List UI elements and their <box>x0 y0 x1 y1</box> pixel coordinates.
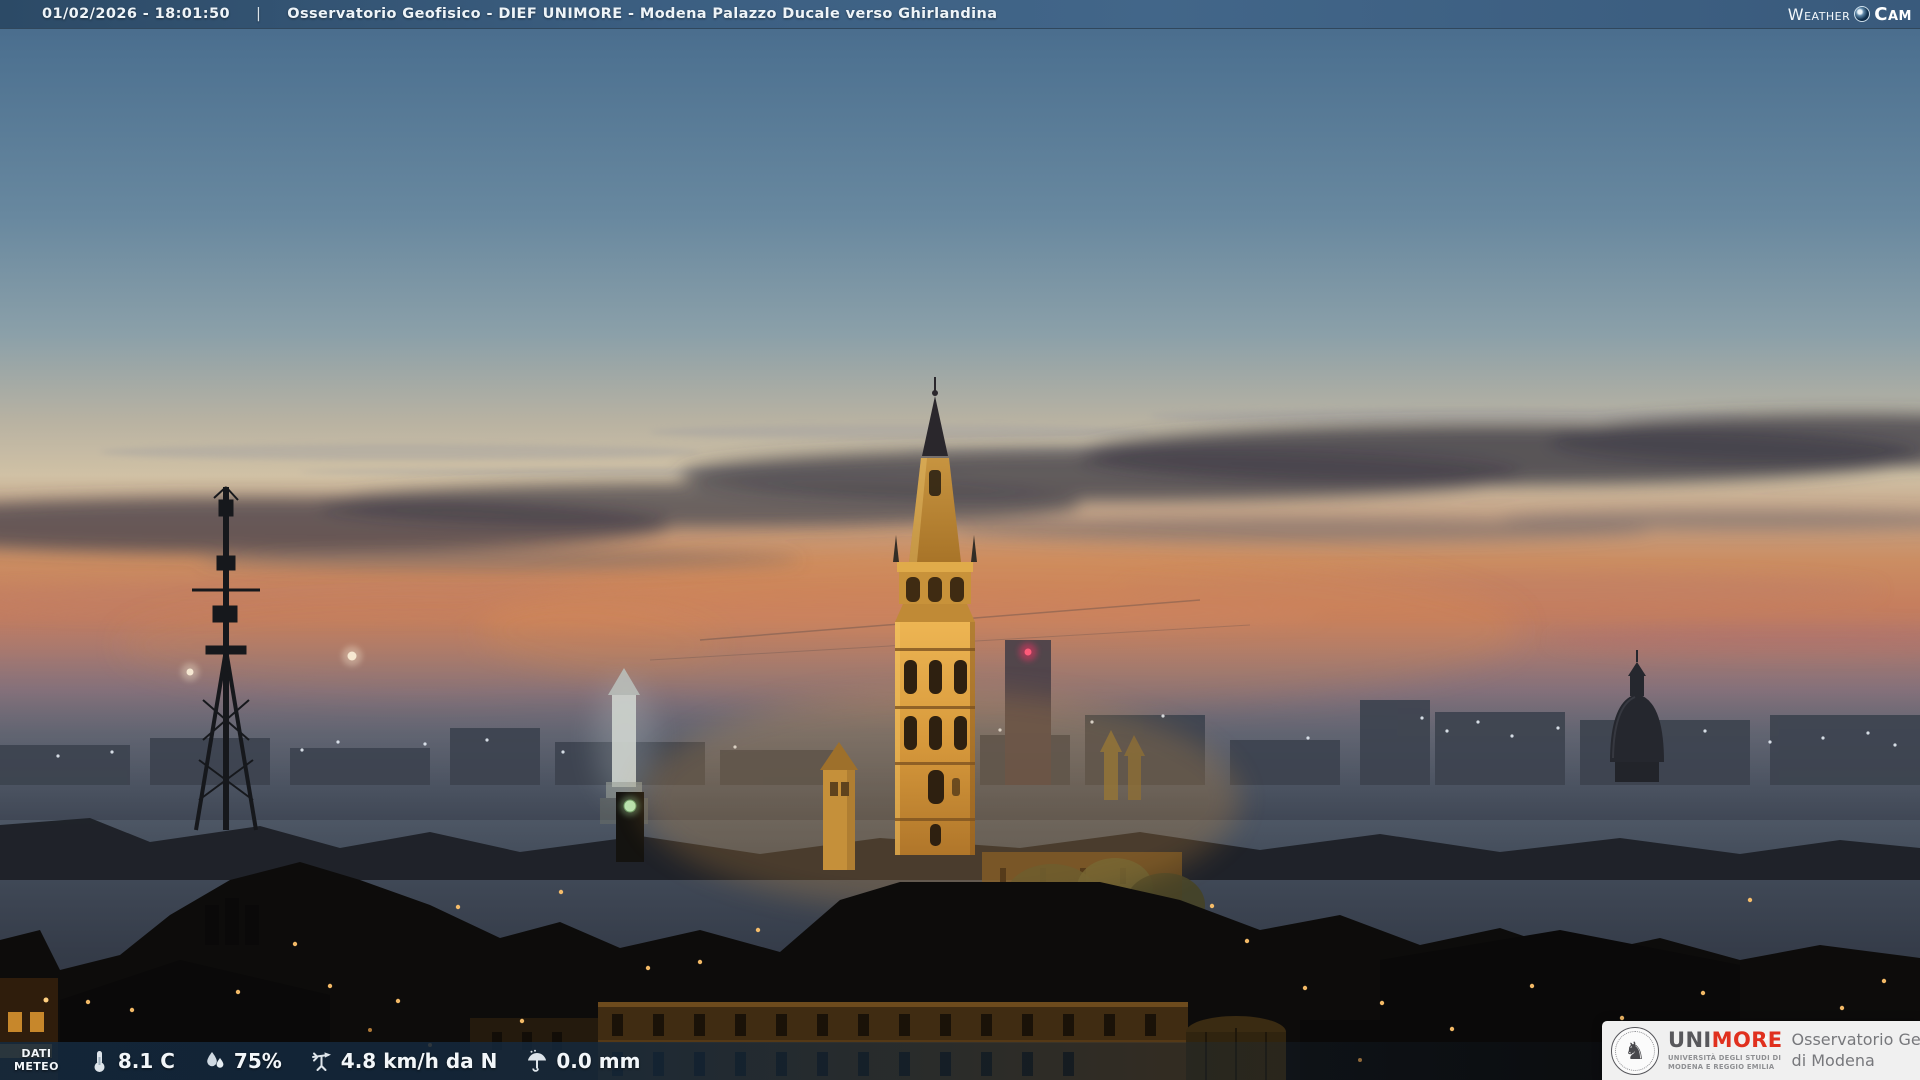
top-bar: 01/02/2026 - 18:01:50 | Osservatorio Geo… <box>0 0 1920 28</box>
red-antenna-light <box>1019 643 1037 661</box>
rain-reading: 0.0 mm <box>525 1049 640 1073</box>
knight-icon: ♞ <box>1624 1039 1646 1063</box>
weathercam-logo[interactable]: Weather Cam <box>1788 4 1912 25</box>
weathercam-cam-label: Cam <box>1874 4 1912 25</box>
camera-lens-icon <box>1854 6 1870 22</box>
unimore-logo-card[interactable]: ♞ UNIMORE UNIVERSITÀ DEGLI STUDI DI MODE… <box>1602 1021 1920 1080</box>
thermometer-icon <box>87 1049 111 1073</box>
dati-meteo-label: DATI METEO <box>14 1048 59 1073</box>
temperature-value: 8.1 C <box>118 1049 175 1073</box>
unimore-seal-icon: ♞ <box>1611 1027 1659 1075</box>
humidity-icon <box>203 1049 227 1073</box>
unimore-more-text: MORE <box>1712 1028 1783 1052</box>
dati-meteo-line2: METEO <box>14 1061 59 1074</box>
page-title: Osservatorio Geofisico - DIEF UNIMORE - … <box>287 6 997 22</box>
rain-icon <box>525 1049 549 1073</box>
wind-value: 4.8 km/h da N <box>341 1049 498 1073</box>
wind-reading: 4.8 km/h da N <box>310 1049 498 1073</box>
clock-tower <box>616 792 644 862</box>
weathercam-weather-label: Weather <box>1788 5 1851 24</box>
university-line1: UNIVERSITÀ DEGLI STUDI DI <box>1668 1054 1783 1063</box>
separator: | <box>256 6 261 22</box>
city-panorama <box>0 0 1920 1080</box>
webcam-page: 01/02/2026 - 18:01:50 | Osservatorio Geo… <box>0 0 1920 1080</box>
observatory-name: Osservatorio Geofisico di Modena <box>1792 1030 1920 1072</box>
temperature-reading: 8.1 C <box>87 1049 175 1073</box>
observatory-line1: Osservatorio Geofisico <box>1792 1030 1920 1051</box>
wind-icon <box>310 1049 334 1073</box>
timestamp: 01/02/2026 - 18:01:50 <box>42 6 230 22</box>
observatory-line2: di Modena <box>1792 1051 1920 1072</box>
rain-value: 0.0 mm <box>556 1049 640 1073</box>
humidity-value: 75% <box>234 1049 282 1073</box>
humidity-reading: 75% <box>203 1049 282 1073</box>
unimore-uni-text: UNI <box>1668 1028 1712 1052</box>
unimore-wordmark: UNIMORE UNIVERSITÀ DEGLI STUDI DI MODENA… <box>1668 1030 1783 1072</box>
university-line2: MODENA E REGGIO EMILIA <box>1668 1063 1783 1072</box>
